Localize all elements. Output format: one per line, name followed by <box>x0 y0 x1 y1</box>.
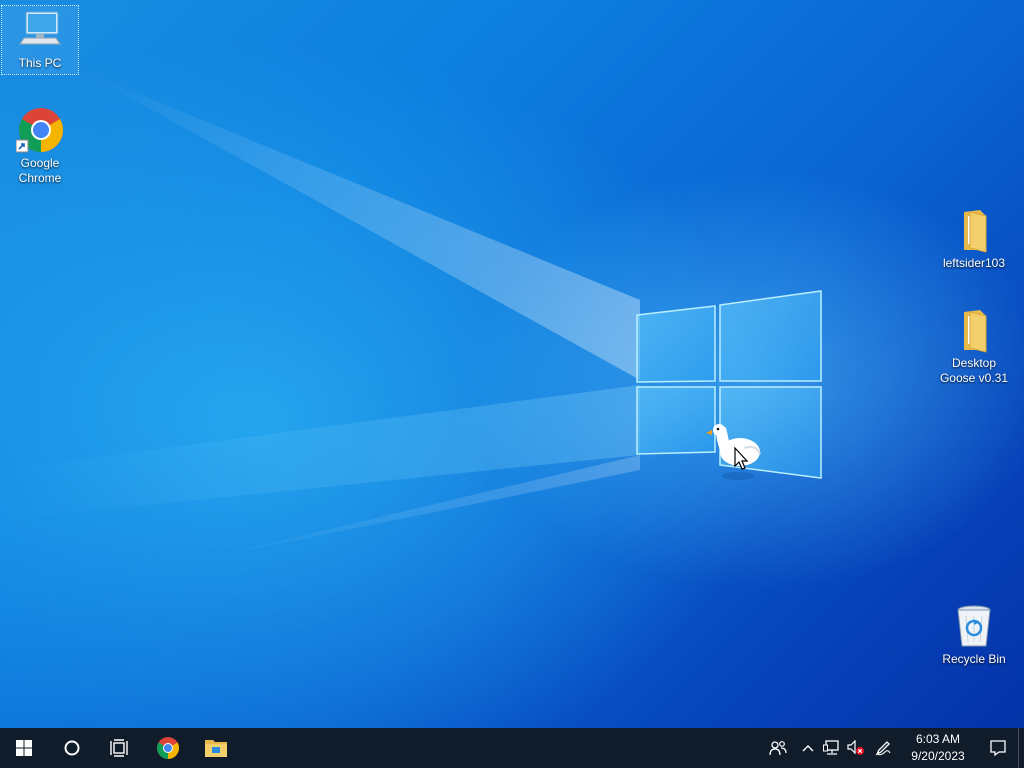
show-hidden-icons-button[interactable] <box>796 728 820 768</box>
task-view-icon <box>110 739 128 757</box>
network-button[interactable] <box>820 728 844 768</box>
recycle-bin-icon <box>957 605 991 647</box>
taskbar-file-explorer[interactable] <box>192 728 240 768</box>
volume-button[interactable] <box>844 728 868 768</box>
desktop-icon-label: Recycle Bin <box>942 652 1006 666</box>
windows-logo-glass <box>636 290 822 479</box>
desktop-icon-leftsider103[interactable]: leftsider103 <box>936 206 1012 271</box>
clock-time: 6:03 AM <box>915 732 961 746</box>
desktop-icon-this-pc[interactable]: This PC <box>1 5 79 75</box>
people-button[interactable] <box>760 728 796 768</box>
folder-icon <box>964 210 987 253</box>
chrome-shortcut-icon <box>16 108 63 153</box>
windows-logo-icon <box>16 740 32 756</box>
taskbar: 6:03 AM 9/20/2023 <box>0 728 1024 768</box>
show-desktop-button[interactable] <box>1018 728 1024 768</box>
desktop-icon-google-chrome[interactable]: Google Chrome <box>2 106 78 186</box>
action-center-icon <box>990 740 1006 757</box>
network-icon <box>823 740 839 755</box>
action-center-button[interactable] <box>978 728 1018 768</box>
pen-workspace-button[interactable] <box>868 728 898 768</box>
chevron-up-icon <box>802 745 814 752</box>
search-button[interactable] <box>48 728 96 768</box>
desktop-icon-label: Google Chrome <box>18 156 62 185</box>
folder-icon <box>964 310 987 353</box>
chrome-icon <box>157 737 179 759</box>
desktop-wallpaper[interactable] <box>0 0 1024 728</box>
file-explorer-icon <box>205 740 227 757</box>
start-button[interactable] <box>0 728 48 768</box>
goose-sprite[interactable] <box>700 420 770 482</box>
people-icon <box>769 741 787 756</box>
desktop-icon-label: Desktop Goose v0.31 <box>939 356 1009 385</box>
clock-date: 9/20/2023 <box>911 749 965 763</box>
task-view-button[interactable] <box>96 728 144 768</box>
volume-muted-icon <box>847 740 864 755</box>
this-pc-icon <box>19 11 61 45</box>
pen-workspace-icon <box>875 741 891 756</box>
taskbar-chrome[interactable] <box>144 728 192 768</box>
desktop-icon-recycle-bin[interactable]: Recycle Bin <box>936 602 1012 667</box>
desktop-icon-label: leftsider103 <box>942 256 1006 270</box>
cortana-circle-icon <box>64 740 80 756</box>
desktop-icon-label: This PC <box>18 56 62 70</box>
taskbar-clock[interactable]: 6:03 AM 9/20/2023 <box>904 731 972 765</box>
desktop-icon-desktop-goose[interactable]: Desktop Goose v0.31 <box>936 306 1012 386</box>
system-tray: 6:03 AM 9/20/2023 <box>760 728 1024 768</box>
